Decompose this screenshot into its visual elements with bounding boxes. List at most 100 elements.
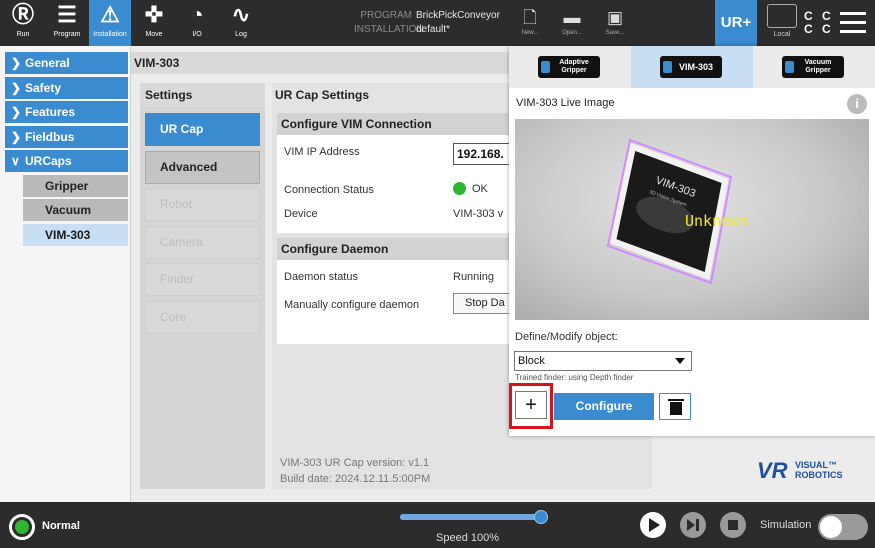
settings-camera-button: Camera xyxy=(145,226,260,259)
ur-logo-icon: Ⓡ xyxy=(11,2,34,27)
ur-polyscope-window: Ⓡ Run ☰ Program ⚠ Installation ✜ Move ◔ … xyxy=(0,0,875,548)
new-file-icon: 🗋 xyxy=(523,8,537,27)
installation-name: default* xyxy=(416,24,450,35)
configure-button[interactable]: Configure xyxy=(554,393,654,420)
chevron-right-icon: ❯ xyxy=(11,105,22,119)
device-value: VIM-303 v xyxy=(453,208,504,220)
speed-slider-fill xyxy=(400,514,542,520)
log-icon: ∿ xyxy=(231,2,251,27)
new-file-button[interactable]: 🗋 New... xyxy=(512,6,548,36)
speed-text: Speed 100% xyxy=(436,532,499,544)
live-camera-image: VIM-303 3D Vision System Unknown xyxy=(515,119,869,320)
local-control-button[interactable]: Local xyxy=(762,4,802,38)
sidebar-item-features[interactable]: ❯ Features xyxy=(5,101,128,123)
save-icon: ▣ xyxy=(606,8,624,27)
save-file-button[interactable]: ▣ Save... xyxy=(597,6,633,36)
trash-icon xyxy=(668,399,684,401)
nav-move-button[interactable]: ✜ Move xyxy=(133,0,175,46)
sidebar-item-urcaps[interactable]: ∨ URCaps xyxy=(5,150,128,172)
delete-object-button[interactable] xyxy=(659,393,691,420)
vacuum-icon xyxy=(785,61,794,73)
step-icon xyxy=(687,519,695,531)
trained-finder-note: Trained finder: using Depth finder xyxy=(515,373,634,382)
visual-robotics-logo: VR VISUAL™ ROBOTICS xyxy=(757,458,843,483)
object-select[interactable]: Block xyxy=(514,351,692,371)
gripper-icon xyxy=(541,61,550,73)
settings-column: Settings UR Cap Advanced Robot Camera Fi… xyxy=(140,83,265,489)
daemon-status-label: Daemon status xyxy=(284,271,358,283)
tab-vacuum-gripper[interactable]: Vacuum Gripper xyxy=(753,46,875,88)
add-object-button[interactable]: + xyxy=(515,391,547,419)
nav-io-button[interactable]: ◔ I/O xyxy=(176,0,218,46)
tab-adaptive-gripper[interactable]: Adaptive Gripper xyxy=(509,46,631,88)
nav-installation-button[interactable]: ⚠ Installation xyxy=(89,0,131,46)
device-label: Device xyxy=(284,208,318,220)
installation-icon: ⚠ xyxy=(100,2,120,27)
play-button[interactable] xyxy=(640,512,666,538)
manual-daemon-label: Manually configure daemon xyxy=(284,299,420,311)
vr-icon xyxy=(663,61,672,73)
panel-tabs: Adaptive Gripper VIM-303 Vacuum Gripper xyxy=(509,46,875,88)
sidebar-item-general[interactable]: ❯ General xyxy=(5,52,128,74)
hamburger-menu-icon[interactable] xyxy=(840,12,866,39)
settings-robot-button: Robot xyxy=(145,188,260,221)
connection-status-value: OK xyxy=(453,182,488,195)
robot-status-text: Normal xyxy=(42,520,80,532)
chevron-right-icon: ❯ xyxy=(11,56,22,70)
daemon-status-value: Running xyxy=(453,271,494,283)
camera-feed: VIM-303 3D Vision System Unknown xyxy=(606,138,748,285)
stop-icon xyxy=(728,520,738,530)
power-status-icon[interactable] xyxy=(9,514,35,540)
speed-slider-track[interactable] xyxy=(400,514,542,520)
connection-status-label: Connection Status xyxy=(284,184,374,196)
nav-program-button[interactable]: ☰ Program xyxy=(46,0,88,46)
urplus-button[interactable]: UR+ xyxy=(715,0,757,46)
open-file-button[interactable]: ▬ Open... xyxy=(554,6,590,36)
nav-log-button[interactable]: ∿ Log xyxy=(220,0,262,46)
chevron-right-icon: ❯ xyxy=(11,81,22,95)
vim-303-badge: VIM-303 xyxy=(660,56,722,78)
tab-vim-303[interactable]: VIM-303 xyxy=(631,46,753,88)
open-folder-icon: ▬ xyxy=(563,8,581,27)
urcap-version: VIM-303 UR Cap version: v1.1 xyxy=(280,457,430,469)
define-object-label: Define/Modify object: xyxy=(515,331,618,343)
installation-sidebar: ❯ General ❯ Safety ❯ Features ❯ Fieldbus ∨ UR… xyxy=(0,46,131,502)
urcap-toolbar-panel: Adaptive Gripper VIM-303 Vacuum Gripper … xyxy=(509,46,875,436)
chevron-down-icon: ∨ xyxy=(11,154,20,168)
chevron-right-icon: ❯ xyxy=(11,130,22,144)
settings-finder-button: Finder xyxy=(145,263,260,296)
live-image-title: VIM-303 Live Image xyxy=(516,97,615,109)
dropdown-arrow-icon xyxy=(675,358,685,364)
program-name: BrickPickConveyor xyxy=(416,10,500,21)
ip-address-label: VIM IP Address xyxy=(284,146,360,158)
adaptive-gripper-badge: Adaptive Gripper xyxy=(538,56,600,78)
vacuum-gripper-badge: Vacuum Gripper xyxy=(782,56,844,78)
plus-icon: + xyxy=(525,394,537,416)
info-icon[interactable]: i xyxy=(847,94,867,114)
program-info: PROGRAM BrickPickConveyor INSTALLATIONdef… xyxy=(354,10,500,35)
nav-run-button[interactable]: Ⓡ Run xyxy=(2,0,44,46)
program-icon: ☰ xyxy=(57,2,77,27)
detection-label: Unknown xyxy=(685,212,748,230)
sidebar-subitem-gripper[interactable]: Gripper xyxy=(23,175,128,197)
sidebar-subitem-vacuum[interactable]: Vacuum xyxy=(23,199,128,221)
move-icon: ✜ xyxy=(144,2,164,27)
bottom-bar: Normal Speed 100% Simulation xyxy=(0,502,875,548)
speed-slider-handle[interactable] xyxy=(534,510,548,524)
settings-core-button: Core xyxy=(145,301,260,334)
play-icon xyxy=(649,518,660,532)
sidebar-item-fieldbus[interactable]: ❯ Fieldbus xyxy=(5,126,128,148)
cc-icon[interactable]: C CC C xyxy=(804,10,834,36)
settings-advanced-button[interactable]: Advanced xyxy=(145,151,260,184)
simulation-toggle[interactable] xyxy=(818,514,868,540)
settings-header: Settings xyxy=(140,83,265,107)
settings-urcap-button[interactable]: UR Cap xyxy=(145,113,260,146)
sidebar-item-safety[interactable]: ❯ Safety xyxy=(5,77,128,99)
sidebar-subitem-vim-303[interactable]: VIM-303 xyxy=(23,224,128,246)
step-button[interactable] xyxy=(680,512,706,538)
io-icon: ◔ xyxy=(190,2,204,27)
teach-pendant-icon xyxy=(767,4,797,28)
version-info: VIM-303 UR Cap version: v1.1 Build date:… xyxy=(280,455,430,487)
status-ok-icon xyxy=(453,182,466,195)
stop-button[interactable] xyxy=(720,512,746,538)
